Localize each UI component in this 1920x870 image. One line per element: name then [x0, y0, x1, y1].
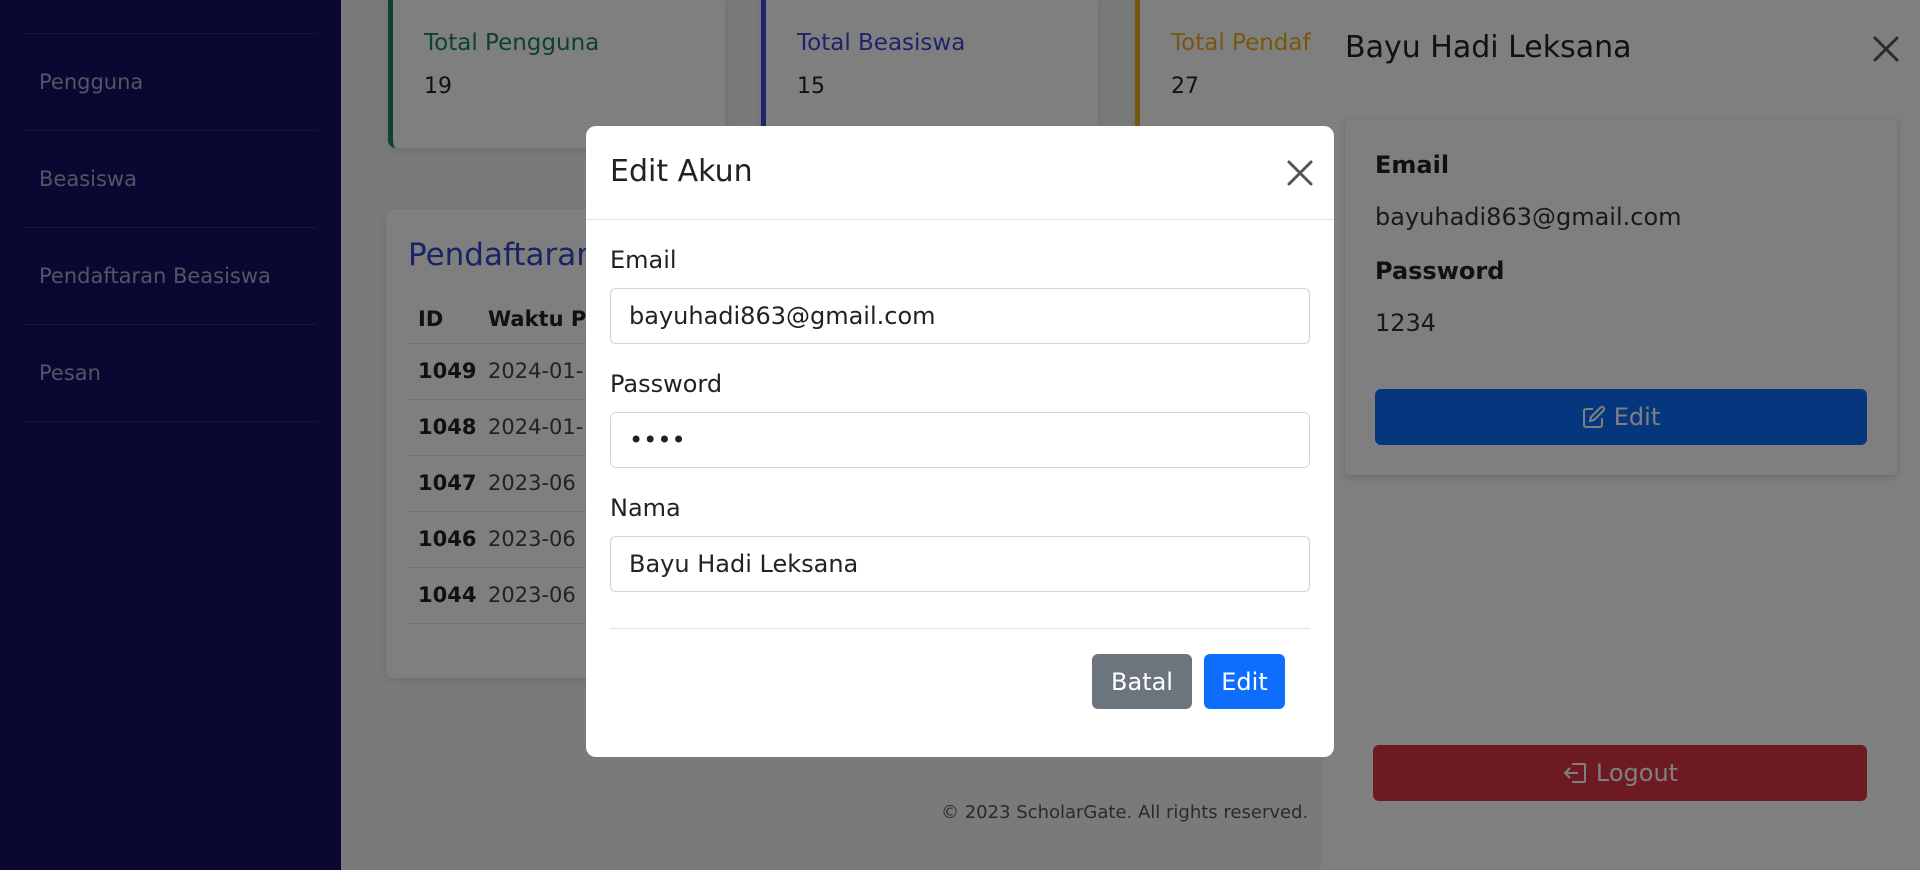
close-icon[interactable]: [1284, 157, 1316, 189]
modal-footer: Batal Edit: [610, 628, 1310, 757]
modal-header: Edit Akun: [586, 126, 1334, 220]
password-field[interactable]: [610, 412, 1310, 468]
submit-edit-button[interactable]: Edit: [1204, 654, 1285, 709]
modal-body: Email Password Nama: [586, 246, 1334, 592]
edit-account-modal: Edit Akun Email Password Nama Batal Edit: [586, 126, 1334, 757]
email-field-label: Email: [610, 246, 677, 274]
name-field[interactable]: [610, 536, 1310, 592]
password-field-label: Password: [610, 370, 723, 398]
cancel-button[interactable]: Batal: [1092, 654, 1192, 709]
name-field-label: Nama: [610, 494, 681, 522]
modal-title: Edit Akun: [610, 154, 753, 189]
email-field[interactable]: [610, 288, 1310, 344]
